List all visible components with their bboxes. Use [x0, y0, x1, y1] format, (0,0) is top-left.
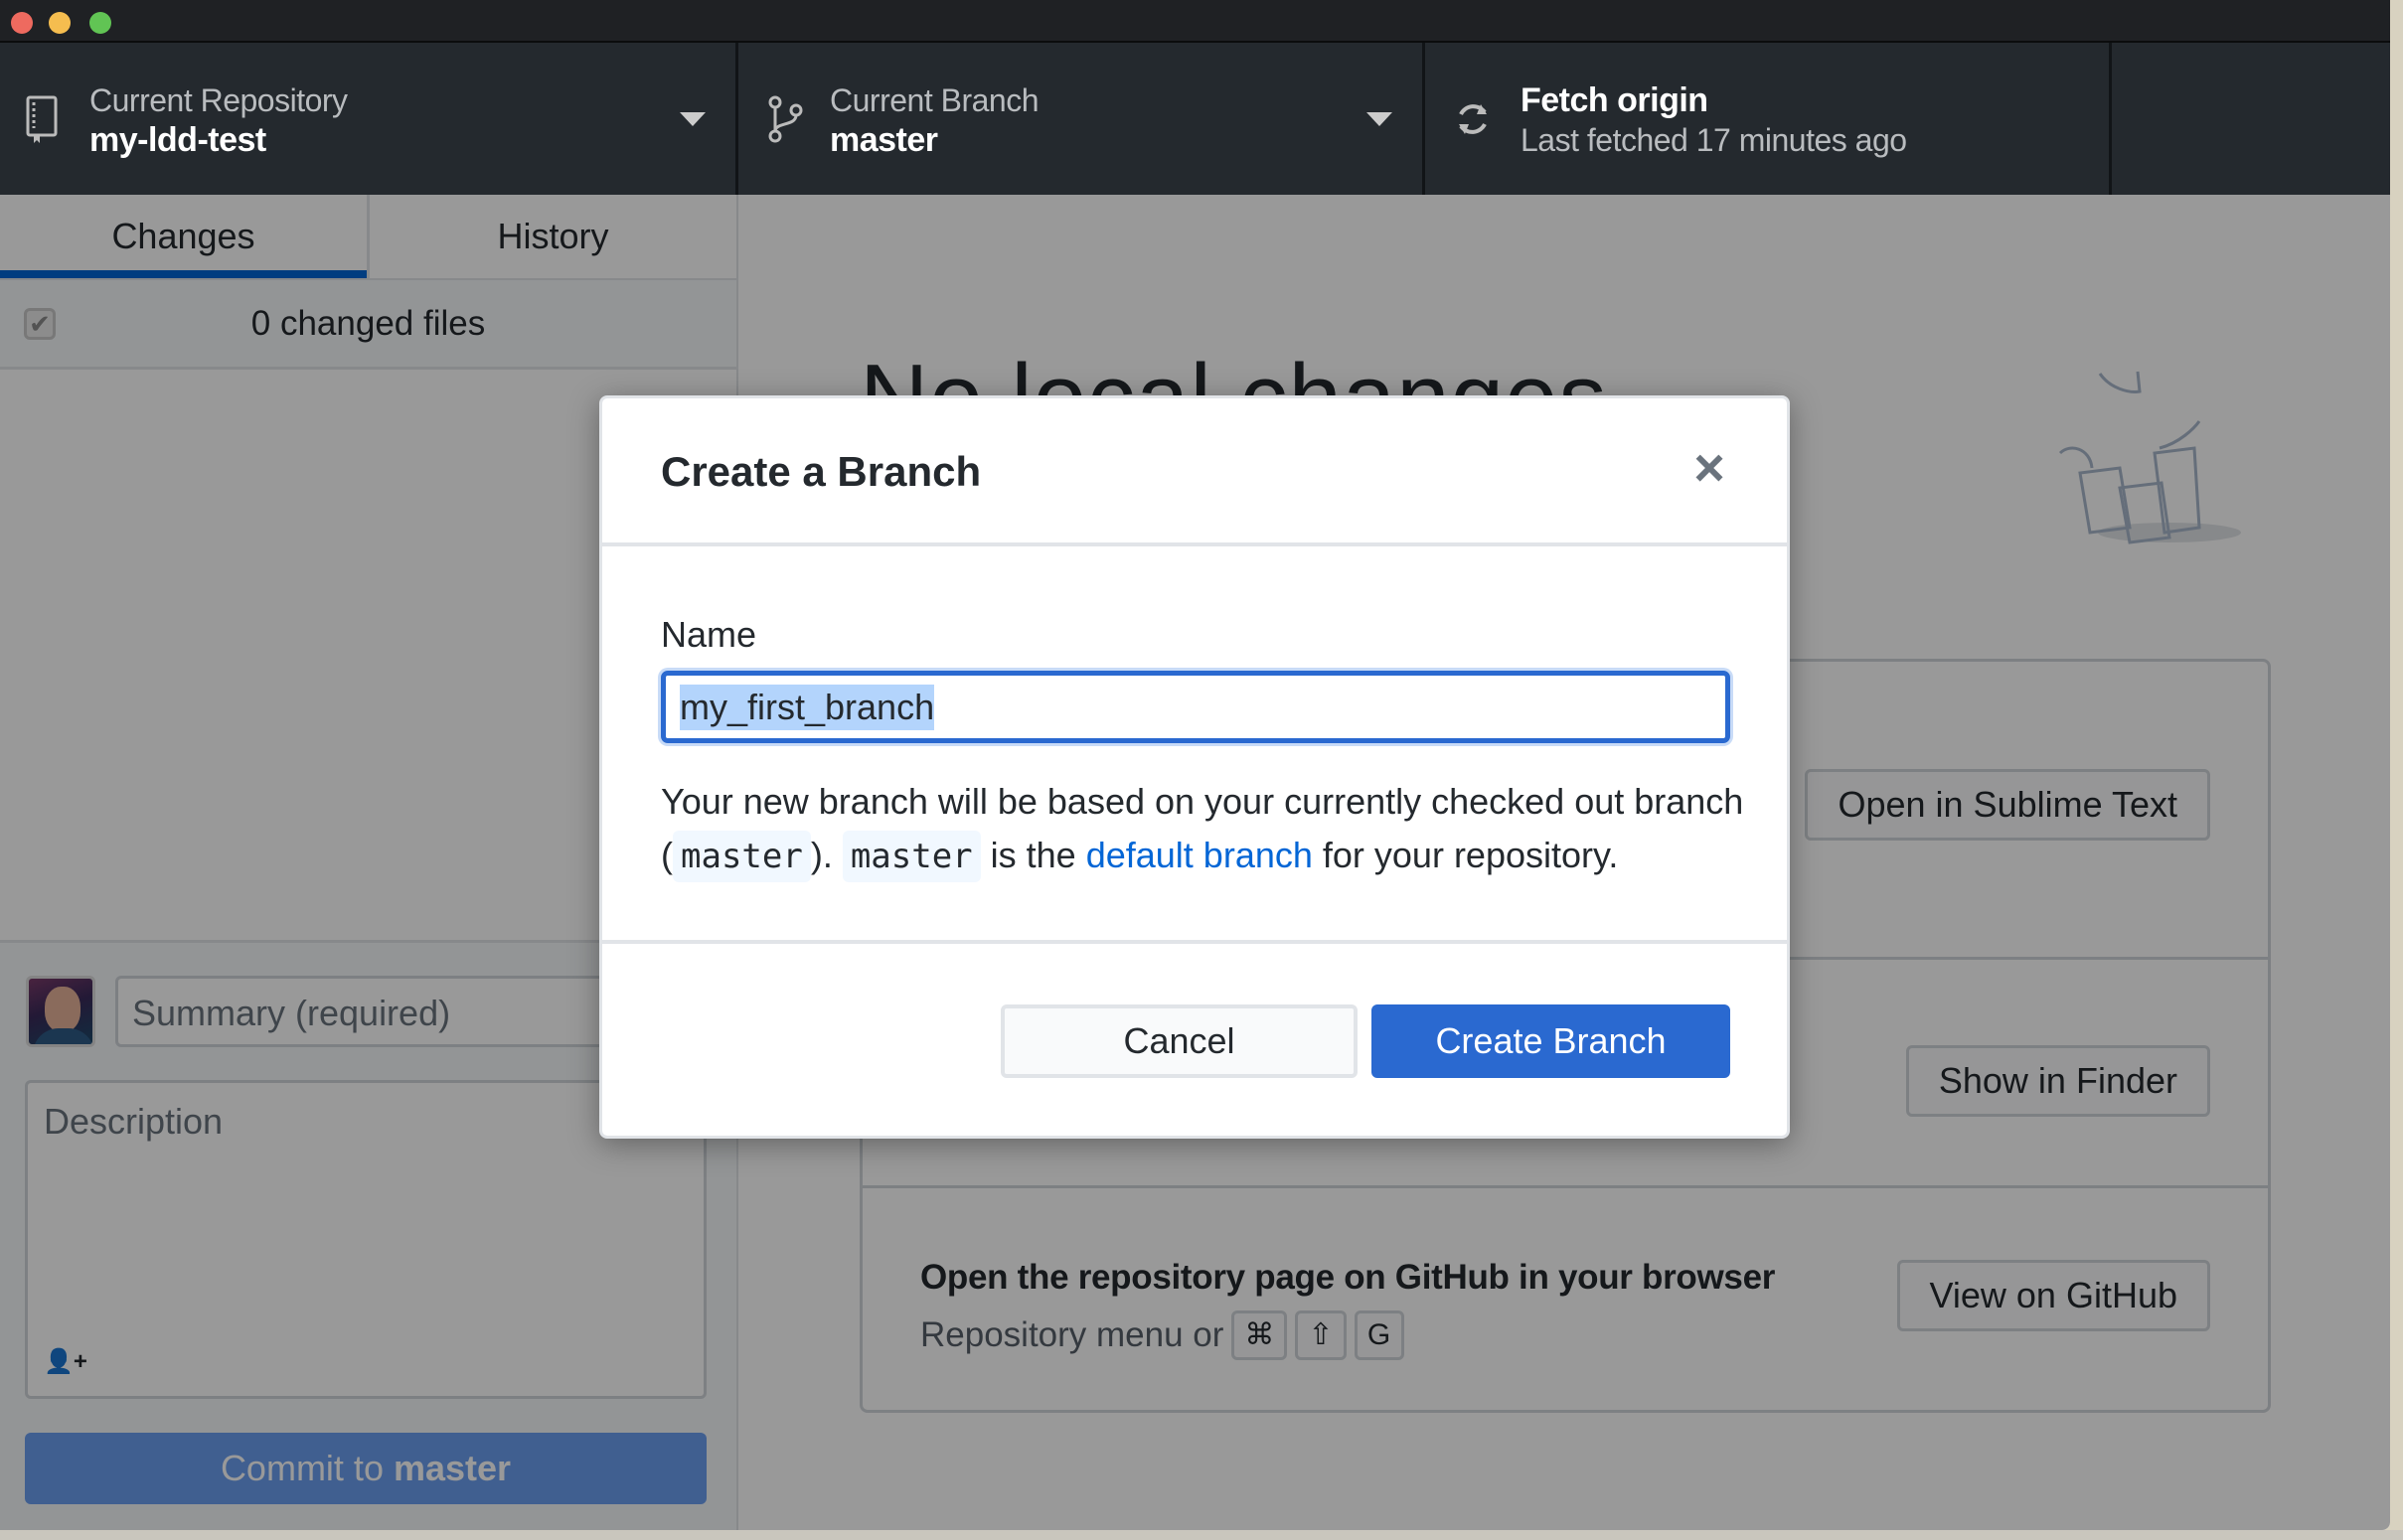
- create-branch-button[interactable]: Create Branch: [1371, 1004, 1730, 1078]
- dialog-body: Name my_first_branch Your new branch wil…: [602, 546, 1787, 940]
- dialog-header: Create a Branch ×: [602, 398, 1787, 546]
- info-text-4: for your repository.: [1312, 835, 1619, 875]
- current-repository-button[interactable]: Current Repository my-ldd-test: [0, 43, 738, 195]
- toolbar: Current Repository my-ldd-test Current B…: [0, 43, 2390, 195]
- last-fetched-status: Last fetched 17 minutes ago: [1521, 122, 1907, 158]
- branch-name-input[interactable]: my_first_branch: [661, 671, 1730, 743]
- close-window-button[interactable]: [11, 12, 33, 34]
- default-branch-code: master: [842, 831, 981, 882]
- chevron-down-icon: [1366, 111, 1392, 126]
- current-branch-button[interactable]: Current Branch master: [738, 43, 1425, 195]
- minimize-window-button[interactable]: [49, 12, 71, 34]
- repo-icon: [22, 94, 62, 144]
- branch-name-value: my_first_branch: [680, 684, 935, 730]
- repository-label: Current Repository: [89, 82, 348, 118]
- github-desktop-window: Current Repository my-ldd-test Current B…: [0, 0, 2390, 1530]
- close-icon[interactable]: ×: [1682, 440, 1737, 496]
- branch-label: Current Branch: [830, 82, 1039, 118]
- cancel-button[interactable]: Cancel: [1001, 1004, 1358, 1078]
- background-window-bottom: [0, 1530, 2403, 1540]
- fetch-origin-label: Fetch origin: [1521, 81, 1708, 119]
- background-window-edge: [2390, 195, 2403, 1540]
- branch-name: master: [830, 121, 938, 159]
- dialog-title: Create a Branch: [661, 448, 982, 495]
- sync-icon: [1453, 94, 1493, 144]
- current-branch-code: master: [673, 831, 811, 882]
- dialog-footer: Cancel Create Branch: [602, 940, 1787, 1136]
- name-label: Name: [661, 614, 757, 655]
- repository-name: my-ldd-test: [89, 121, 266, 159]
- title-bar: [0, 0, 2390, 43]
- zoom-window-button[interactable]: [89, 12, 111, 34]
- default-branch-link[interactable]: default branch: [1086, 835, 1313, 875]
- info-text-2: ).: [810, 835, 843, 875]
- fetch-origin-button[interactable]: Fetch origin Last fetched 17 minutes ago: [1425, 43, 2112, 195]
- info-text-3: is the: [980, 835, 1086, 875]
- chevron-down-icon: [680, 111, 706, 126]
- create-branch-dialog: Create a Branch × Name my_first_branch Y…: [599, 395, 1790, 1139]
- git-branch-icon: [766, 94, 806, 144]
- branch-info-text: Your new branch will be based on your cu…: [661, 775, 1744, 883]
